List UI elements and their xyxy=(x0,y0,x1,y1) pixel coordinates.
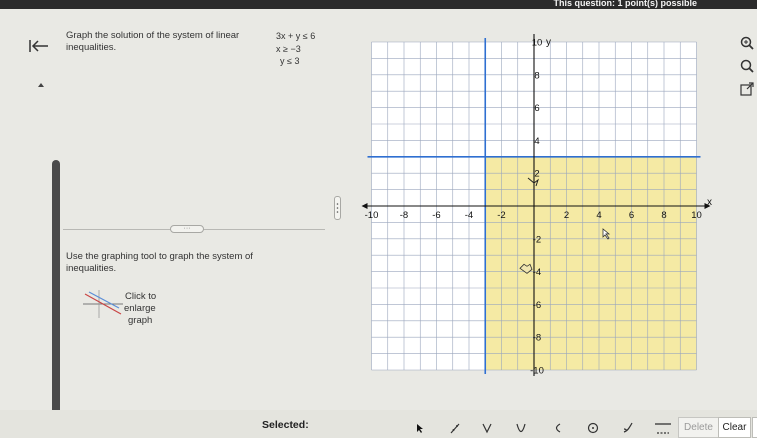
x-tick-label: -8 xyxy=(400,210,408,221)
pointer-tool-button[interactable] xyxy=(408,418,430,438)
pointer-icon xyxy=(417,424,423,433)
inequality-2: x ≥ −3 xyxy=(276,43,301,54)
y-tick-label: 8 xyxy=(534,70,539,81)
y-tick-label: -6 xyxy=(533,300,541,311)
question-info: This question: 1 point(s) possible xyxy=(553,0,697,8)
y-tick-label: -8 xyxy=(533,333,541,344)
x-tick-label: -6 xyxy=(432,210,440,221)
back-arrow-button[interactable] xyxy=(28,38,50,54)
x-tick-label: 8 xyxy=(661,210,666,221)
x-tick-label: -10 xyxy=(365,210,379,221)
line-tool-button[interactable] xyxy=(444,418,466,438)
fill-tool-button[interactable] xyxy=(650,418,676,438)
circle-icon xyxy=(587,422,599,434)
y-axis-label: y xyxy=(546,37,551,48)
coordinate-graph[interactable]: -10 -8 -6 -4 -2 2 4 6 8 10 10 8 6 4 2 -2 -4 -6 -8 -10 x y xyxy=(360,34,728,379)
y-tick-label: -10 xyxy=(530,366,544,377)
delete-button[interactable]: Delete xyxy=(678,417,719,438)
zoom-in-button[interactable] xyxy=(738,34,756,52)
scrollbar-thumb[interactable] xyxy=(52,160,60,438)
exponential-icon xyxy=(623,422,633,433)
graph-thumbnail[interactable] xyxy=(83,288,123,318)
y-tick-label: -4 xyxy=(533,267,541,278)
zoom-out-icon xyxy=(740,59,754,73)
popout-button[interactable] xyxy=(738,81,756,99)
selected-tool-label: Selected: xyxy=(262,419,309,431)
y-tick-label: 10 xyxy=(532,38,543,49)
fill-region-icon xyxy=(655,423,671,434)
enlarge-graph-link[interactable]: Click to enlarge graph xyxy=(122,291,164,327)
top-bar: This question: 1 point(s) possible xyxy=(0,0,757,9)
y-tick-label: 4 xyxy=(534,136,539,147)
inequality-1: 3x + y ≤ 6 xyxy=(276,31,316,41)
arc-tool-button[interactable] xyxy=(546,418,568,438)
back-arrow-icon xyxy=(29,40,48,52)
x-axis-arrow-left-icon xyxy=(361,203,368,209)
x-tick-label: -4 xyxy=(465,210,473,221)
scroll-up-arrow-icon[interactable] xyxy=(38,83,44,87)
parabola-icon xyxy=(516,423,526,433)
absolute-value-tool-button[interactable] xyxy=(476,418,498,438)
clear-button[interactable]: Clear xyxy=(718,417,751,438)
line-icon xyxy=(450,423,460,434)
x-axis-label: x xyxy=(707,197,712,208)
exponential-tool-button[interactable] xyxy=(617,418,639,438)
panel-resize-handle[interactable] xyxy=(334,196,341,220)
x-tick-label: -2 xyxy=(497,210,505,221)
x-tick-label: 2 xyxy=(564,210,569,221)
enlarge-line-3: graph xyxy=(128,315,153,326)
instruction-text: Use the graphing tool to graph the syste… xyxy=(66,251,253,274)
zoom-in-icon xyxy=(740,36,754,50)
solution-region xyxy=(485,156,697,370)
zoom-out-button[interactable] xyxy=(738,57,756,75)
divider-handle[interactable]: ··· xyxy=(170,225,204,233)
y-tick-label: 6 xyxy=(534,103,539,114)
enlarge-line-2: enlarge xyxy=(124,303,156,314)
x-tick-label: 10 xyxy=(691,210,702,221)
inequality-3: y ≤ 3 xyxy=(280,56,300,66)
absolute-value-icon xyxy=(482,423,492,434)
graph-toolbar xyxy=(0,410,757,438)
x-tick-label: 4 xyxy=(596,210,601,221)
question-prompt: Graph the solution of the system of line… xyxy=(66,30,240,53)
arc-icon xyxy=(555,423,561,433)
parabola-tool-button[interactable] xyxy=(510,418,532,438)
enlarge-line-1: Click to xyxy=(125,291,157,302)
popout-icon xyxy=(740,82,754,96)
inequality-system: 3x + y ≤ 6 x ≥ −3 y ≤ 3 xyxy=(276,30,315,68)
y-tick-label: 2 xyxy=(534,169,539,180)
x-tick-label: 6 xyxy=(629,210,634,221)
more-button[interactable] xyxy=(752,417,757,438)
graph-thumbnail-icon xyxy=(83,290,123,318)
drag-dots-icon xyxy=(336,203,339,213)
y-tick-label: -2 xyxy=(533,234,541,245)
circle-tool-button[interactable] xyxy=(582,418,604,438)
